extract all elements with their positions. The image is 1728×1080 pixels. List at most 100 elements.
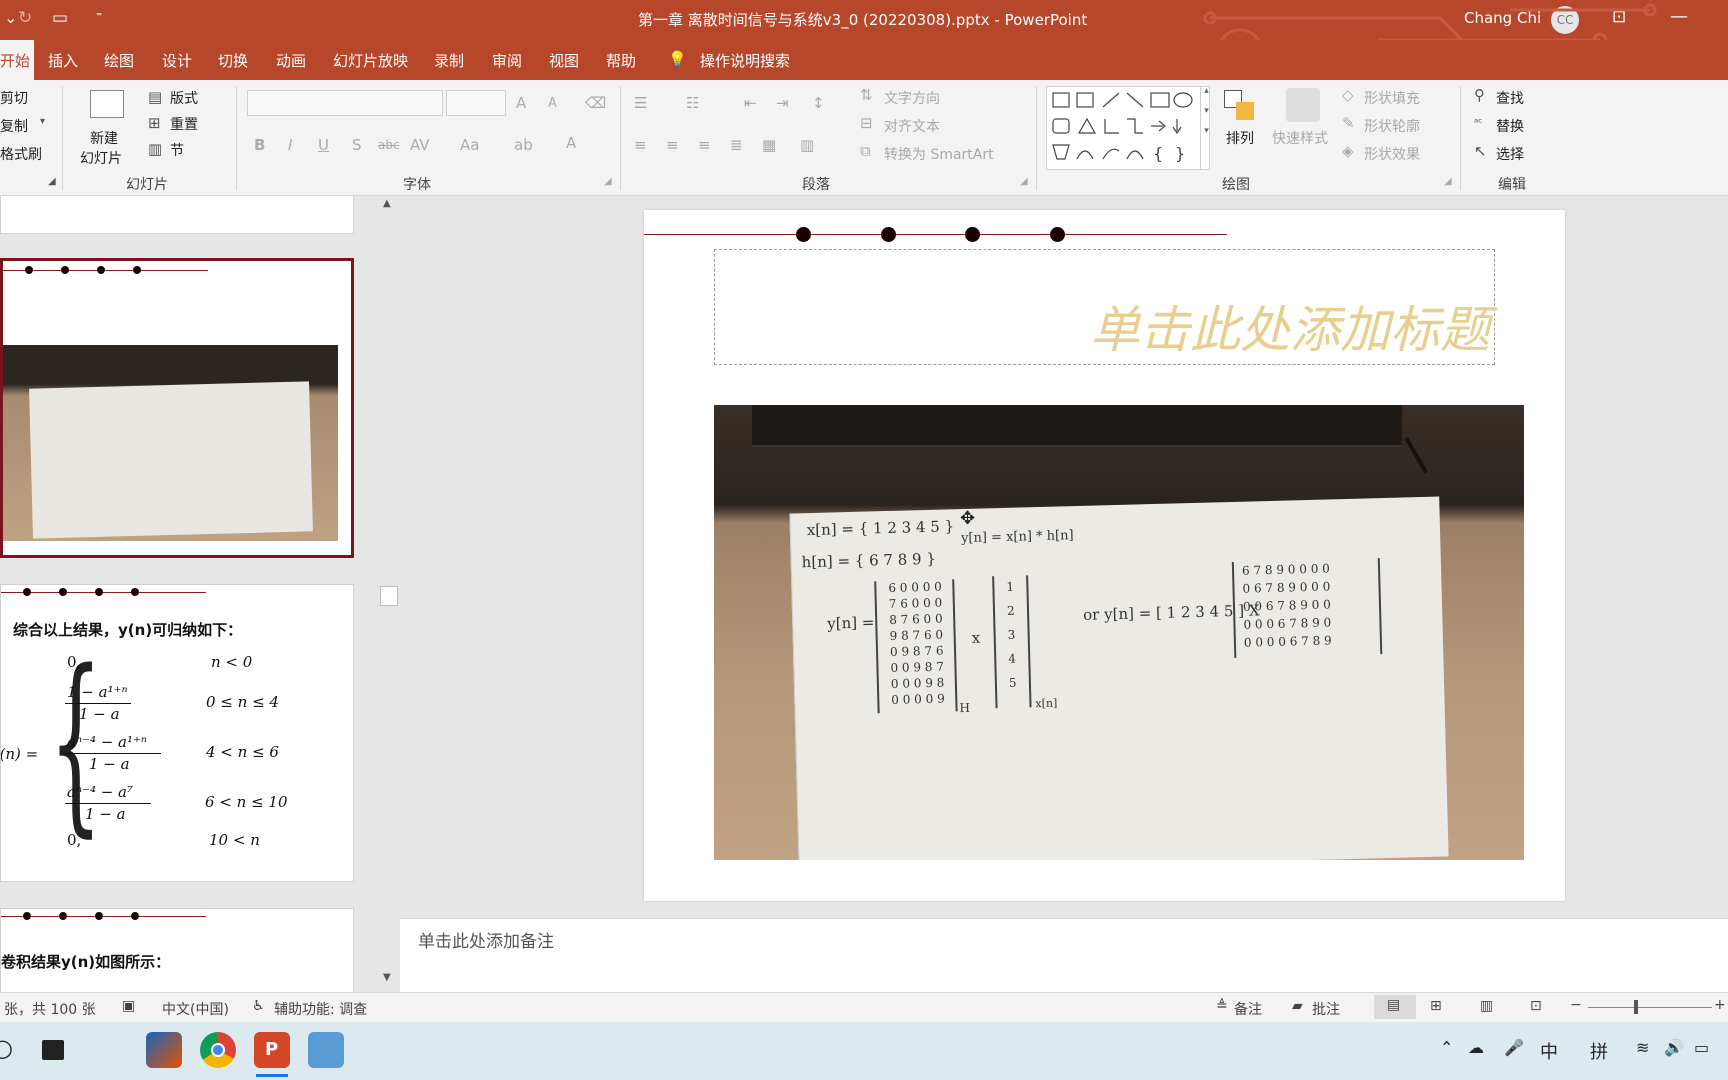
ime-pinyin-indicator[interactable]: 拼 — [1590, 1038, 1608, 1064]
align-left-icon[interactable]: ≡ — [634, 136, 647, 154]
font-color-button[interactable]: A — [566, 134, 576, 152]
reset-button[interactable]: 重置 — [170, 114, 198, 134]
microphone-icon[interactable]: 🎤 — [1504, 1038, 1524, 1057]
new-slide-button[interactable]: 新建 幻灯片 — [78, 84, 136, 174]
numbering-icon[interactable]: ☷ — [686, 94, 699, 112]
grow-font-button[interactable]: A — [516, 94, 526, 112]
slide-thumbnail-selected[interactable] — [0, 258, 354, 558]
select-button[interactable]: 选择 — [1496, 144, 1524, 164]
font-launcher-icon[interactable]: ◢ — [604, 176, 612, 187]
reading-view-icon[interactable]: ▥ — [1480, 998, 1493, 1014]
powerpoint-icon[interactable]: P — [254, 1032, 290, 1068]
zoom-in-button[interactable]: + — [1714, 997, 1726, 1013]
tab-review[interactable]: 审阅 — [492, 50, 522, 71]
section-button[interactable]: 节 — [170, 140, 184, 160]
columns-icon[interactable]: ▥ — [800, 136, 814, 154]
format-painter-button[interactable]: 格式刷 — [0, 144, 42, 164]
slide-thumbnail[interactable]: 卷积结果y(n)如图所示： — [0, 908, 354, 992]
scroll-thumb[interactable] — [380, 586, 398, 606]
italic-button[interactable]: I — [288, 136, 292, 154]
font-size-box[interactable] — [446, 90, 506, 116]
app-icon[interactable] — [308, 1032, 344, 1068]
scroll-down-icon[interactable]: ▼ — [383, 972, 391, 983]
tab-animations[interactable]: 动画 — [276, 50, 306, 71]
chevron-up-icon[interactable]: ⌃ — [1440, 1038, 1453, 1057]
scroll-up-icon[interactable]: ▲ — [383, 198, 391, 209]
save-icon[interactable]: ⌄ — [4, 8, 17, 27]
align-right-icon[interactable]: ≡ — [698, 136, 711, 154]
task-view-icon[interactable] — [36, 1032, 72, 1068]
slideshow-view-icon[interactable]: ⊡ — [1530, 998, 1542, 1014]
replace-button[interactable]: 替换 — [1496, 116, 1524, 136]
change-case-button[interactable]: Aa — [460, 136, 479, 154]
drawing-launcher-icon[interactable]: ◢ — [1444, 176, 1452, 187]
strikethrough-button[interactable]: abc — [378, 138, 400, 152]
shrink-font-button[interactable]: A — [548, 96, 557, 111]
shape-outline-button[interactable]: 形状轮廓 — [1364, 116, 1420, 136]
highlight-icon[interactable]: ab — [514, 136, 533, 154]
slide-thumbnail[interactable] — [0, 196, 354, 234]
quick-access-customize-icon[interactable]: ⁼ — [96, 9, 102, 23]
clipboard-launcher-icon[interactable]: ◢ — [48, 176, 56, 187]
tab-insert[interactable]: 插入 — [48, 50, 78, 71]
wifi-icon[interactable]: ≋ — [1636, 1038, 1649, 1057]
slide-counter[interactable]: 张，共 100 张 — [4, 999, 96, 1019]
tab-help[interactable]: 帮助 — [606, 50, 636, 71]
tab-transitions[interactable]: 切换 — [218, 50, 248, 71]
font-name-box[interactable] — [247, 90, 443, 116]
distributed-icon[interactable]: ▦ — [762, 136, 776, 154]
tab-design[interactable]: 设计 — [162, 50, 192, 71]
notes-pane[interactable]: 单击此处添加备注 — [400, 918, 1728, 992]
bold-button[interactable]: B — [254, 136, 265, 154]
justify-icon[interactable]: ≣ — [730, 136, 743, 154]
slide-sorter-icon[interactable]: ⊞ — [1430, 998, 1442, 1014]
underline-button[interactable]: U — [318, 136, 329, 154]
battery-icon[interactable]: ▭ — [1694, 1038, 1709, 1057]
title-placeholder[interactable]: 单击此处添加标题 — [714, 249, 1495, 365]
shapes-gallery[interactable]: {} — [1046, 86, 1210, 170]
shadow-button[interactable]: S — [352, 136, 362, 154]
tab-home[interactable]: 开始 — [0, 40, 34, 80]
decrease-indent-icon[interactable]: ⇤ — [744, 94, 757, 112]
current-slide[interactable]: 单击此处添加标题 x[n] = { 1 2 3 4 5 } h[n] = { 6… — [644, 210, 1565, 901]
slide-photo[interactable]: x[n] = { 1 2 3 4 5 } h[n] = { 6 7 8 9 } … — [714, 405, 1524, 860]
normal-view-button[interactable]: ▤ — [1374, 995, 1416, 1019]
tell-me-search[interactable]: 操作说明搜索 — [700, 50, 790, 71]
language-indicator[interactable]: 中文(中国) — [162, 999, 229, 1019]
gallery-scroll[interactable]: ▴ ▾ ▾ — [1200, 86, 1212, 170]
zoom-out-button[interactable]: − — [1570, 997, 1582, 1013]
zoom-slider-thumb[interactable] — [1634, 1000, 1638, 1014]
comments-button[interactable]: 批注 — [1312, 999, 1340, 1019]
find-button[interactable]: 查找 — [1496, 88, 1524, 108]
shape-fill-button[interactable]: 形状填充 — [1364, 88, 1420, 108]
arrange-button[interactable]: 排列 — [1226, 128, 1254, 148]
matlab-icon[interactable] — [146, 1032, 182, 1068]
convert-smartart-button[interactable]: 转换为 SmartArt — [884, 144, 994, 164]
tab-record[interactable]: 录制 — [434, 50, 464, 71]
volume-icon[interactable]: 🔊 — [1664, 1038, 1684, 1057]
cloud-icon[interactable]: ☁ — [1468, 1038, 1484, 1057]
ime-mode-indicator[interactable]: 中 — [1540, 1038, 1558, 1064]
redo-icon[interactable]: ↻ — [18, 8, 32, 28]
slide-thumbnail[interactable]: 综合以上结果，y(n)可归纳如下： y(n) = { 0, n < 0 1 − … — [0, 584, 354, 882]
slide-thumbnails-pane[interactable]: 综合以上结果，y(n)可归纳如下： y(n) = { 0, n < 0 1 − … — [0, 196, 400, 992]
tab-draw[interactable]: 绘图 — [104, 50, 134, 71]
search-circle-icon[interactable]: ○ — [0, 1034, 13, 1062]
copy-dropdown-icon[interactable]: ▾ — [40, 116, 45, 127]
copy-button[interactable]: 复制 — [0, 116, 28, 136]
text-direction-button[interactable]: 文字方向 — [884, 88, 940, 108]
character-spacing-button[interactable]: AV — [410, 136, 430, 154]
cut-button[interactable]: 剪切 — [0, 88, 28, 108]
increase-indent-icon[interactable]: ⇥ — [776, 94, 789, 112]
align-text-button[interactable]: 对齐文本 — [884, 116, 940, 136]
paragraph-launcher-icon[interactable]: ◢ — [1020, 176, 1028, 187]
line-spacing-icon[interactable]: ↕ — [812, 94, 825, 112]
notes-placeholder[interactable]: 单击此处添加备注 — [418, 927, 554, 952]
accessibility-status[interactable]: 辅助功能: 调查 — [274, 999, 367, 1019]
layout-button[interactable]: 版式 — [170, 88, 198, 108]
present-from-start-icon[interactable]: ▭ — [52, 8, 68, 28]
chrome-icon[interactable] — [200, 1032, 236, 1068]
bullets-icon[interactable]: ☰ — [634, 94, 647, 112]
tab-view[interactable]: 视图 — [549, 50, 579, 71]
shape-effects-button[interactable]: 形状效果 — [1364, 144, 1420, 164]
